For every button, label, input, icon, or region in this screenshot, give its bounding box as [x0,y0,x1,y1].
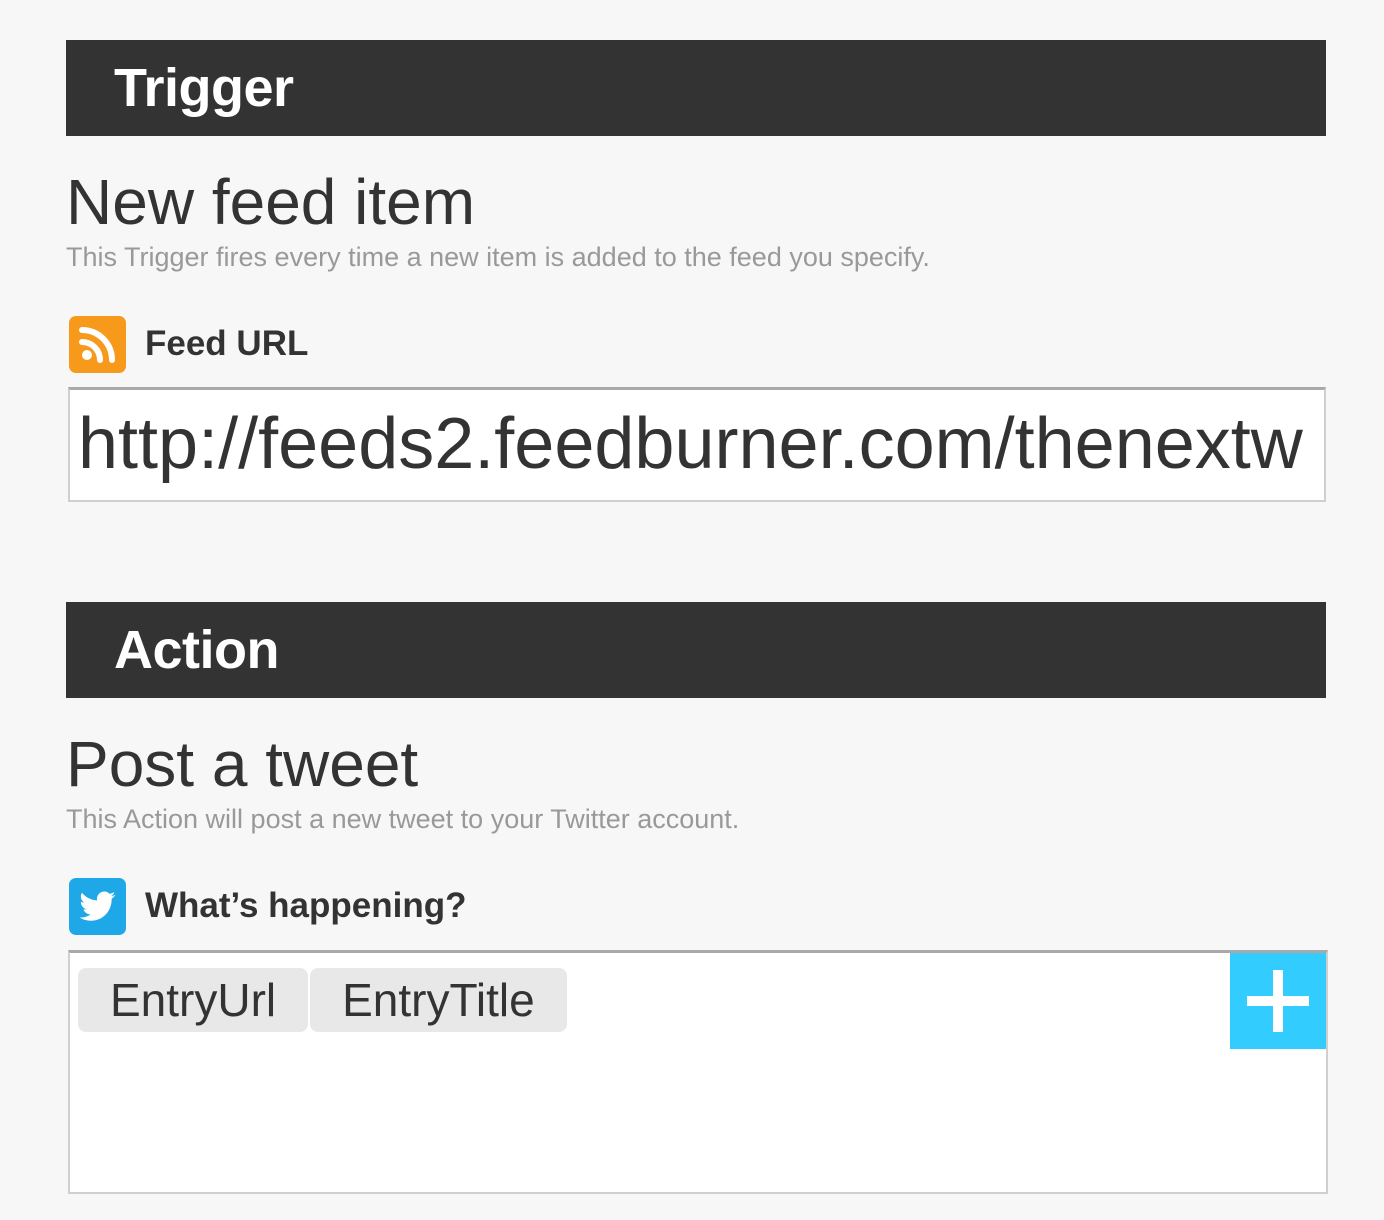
feed-url-label: Feed URL [145,324,309,363]
rss-icon [69,315,126,373]
add-ingredient-button[interactable] [1230,953,1326,1049]
action-section-title: Action [114,620,280,680]
tweet-label: What’s happening? [145,886,467,925]
action-title: Post a tweet [66,728,419,800]
ingredient-pill-entry-title[interactable]: EntryTitle [310,968,567,1032]
action-description: This Action will post a new tweet to you… [66,804,740,834]
trigger-section-header: Trigger [66,40,1326,136]
ingredient-list: EntryUrl EntryTitle [78,968,569,1032]
feed-url-label-row: Feed URL [69,315,309,373]
trigger-description: This Trigger fires every time a new item… [66,242,930,272]
feed-url-input[interactable]: http://feeds2.feedburner.com/thenextw [68,387,1326,502]
plus-icon [1247,970,1309,1032]
ingredient-pill-entry-url[interactable]: EntryUrl [78,968,309,1032]
trigger-title: New feed item [66,166,476,238]
tweet-label-row: What’s happening? [69,877,467,935]
twitter-icon [69,877,126,935]
tweet-text-field[interactable]: EntryUrl EntryTitle [68,950,1328,1194]
trigger-section-title: Trigger [114,58,294,118]
feed-url-value: http://feeds2.feedburner.com/thenextw [78,404,1303,484]
action-section-header: Action [66,602,1326,698]
